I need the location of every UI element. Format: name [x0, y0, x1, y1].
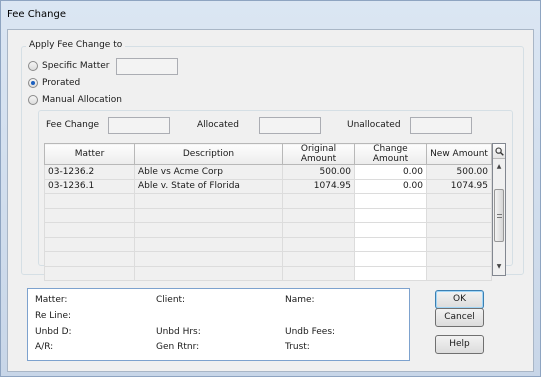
- table-row-empty: [44, 222, 492, 238]
- cell-description: Able vs Acme Corp: [134, 164, 283, 180]
- matter-info-panel: Matter: Client: Name: Re Line: Unbd D: U…: [27, 288, 410, 361]
- col-header-description[interactable]: Description: [134, 143, 283, 165]
- cell-original-amount: 500.00: [282, 164, 355, 180]
- cell-matter: 03-1236.2: [44, 164, 135, 180]
- dialog-client-area: Apply Fee Change to Specific Matter Pror…: [7, 29, 534, 372]
- radio-prorated-label: Prorated: [42, 78, 81, 88]
- radio-specific-matter-label: Specific Matter: [42, 61, 110, 71]
- radio-manual-allocation[interactable]: Manual Allocation: [28, 95, 122, 105]
- info-gen-rtnr-label: Gen Rtnr:: [156, 342, 200, 352]
- cell-original-amount: 1074.95: [282, 178, 355, 194]
- table-row-empty: [44, 236, 492, 252]
- table-row-empty: [44, 207, 492, 223]
- info-client-label: Client:: [156, 295, 186, 305]
- cell-description: Able v. State of Florida: [134, 178, 283, 194]
- col-header-change-amount[interactable]: Change Amount: [354, 143, 427, 165]
- info-unbd-hrs-label: Unbd Hrs:: [156, 327, 201, 337]
- cell-change-amount[interactable]: 0.00: [354, 178, 427, 194]
- radio-specific-matter-button[interactable]: [28, 61, 38, 71]
- window-title: Fee Change: [7, 9, 66, 20]
- fee-change-window: Fee Change Apply Fee Change to Specific …: [0, 0, 541, 377]
- scroll-up-arrow-icon[interactable]: ▲: [493, 161, 505, 173]
- info-unbd-label: Unbd D:: [35, 327, 72, 337]
- radio-manual-allocation-label: Manual Allocation: [42, 95, 122, 105]
- magnifier-icon: [494, 147, 504, 156]
- table-row-empty: [44, 193, 492, 209]
- unallocated-field: [410, 117, 472, 134]
- cell-change-amount[interactable]: 0.00: [354, 164, 427, 180]
- info-undb-fees-label: Undb Fees:: [285, 327, 336, 337]
- radio-manual-allocation-button[interactable]: [28, 95, 38, 105]
- grid-header-row: Matter Description Original Amount Chang…: [44, 143, 492, 165]
- allocated-label: Allocated: [197, 120, 239, 130]
- cancel-button[interactable]: Cancel: [435, 308, 484, 327]
- radio-prorated[interactable]: Prorated: [28, 78, 80, 88]
- specific-matter-input[interactable]: [116, 58, 178, 75]
- table-row[interactable]: 03-1236.2 Able vs Acme Corp 500.00 0.00 …: [44, 164, 492, 180]
- radio-prorated-button[interactable]: [28, 78, 38, 88]
- thumb-grip-icon: [497, 214, 502, 218]
- help-button[interactable]: Help: [435, 335, 484, 354]
- allocated-field: [259, 117, 321, 134]
- table-row[interactable]: 03-1236.1 Able v. State of Florida 1074.…: [44, 178, 492, 194]
- col-header-matter[interactable]: Matter: [44, 143, 135, 165]
- ok-button[interactable]: OK: [435, 290, 484, 309]
- scroll-thumb[interactable]: [494, 189, 504, 242]
- info-name-label: Name:: [285, 295, 315, 305]
- fee-change-input[interactable]: [108, 117, 170, 134]
- table-row-empty: [44, 265, 492, 281]
- col-header-new-amount[interactable]: New Amount: [426, 143, 492, 165]
- col-header-original-amount[interactable]: Original Amount: [282, 143, 355, 165]
- cell-new-amount: 1074.95: [426, 178, 492, 194]
- unallocated-label: Unallocated: [347, 120, 401, 130]
- grid-vertical-scrollbar[interactable]: ▲ ▼: [492, 143, 506, 276]
- cell-new-amount: 500.00: [426, 164, 492, 180]
- scroll-down-arrow-icon[interactable]: ▼: [493, 261, 505, 273]
- apply-group-label: Apply Fee Change to: [26, 40, 126, 50]
- matter-grid: Matter Description Original Amount Chang…: [44, 143, 492, 281]
- info-matter-label: Matter:: [35, 295, 68, 305]
- fee-change-label: Fee Change: [46, 120, 100, 130]
- info-trust-label: Trust:: [285, 342, 310, 352]
- table-row-empty: [44, 251, 492, 267]
- info-ar-label: A/R:: [35, 342, 54, 352]
- radio-specific-matter[interactable]: Specific Matter: [28, 61, 109, 71]
- info-reline-label: Re Line:: [35, 311, 72, 321]
- cell-matter: 03-1236.1: [44, 178, 135, 194]
- grid-search-button[interactable]: [493, 144, 505, 159]
